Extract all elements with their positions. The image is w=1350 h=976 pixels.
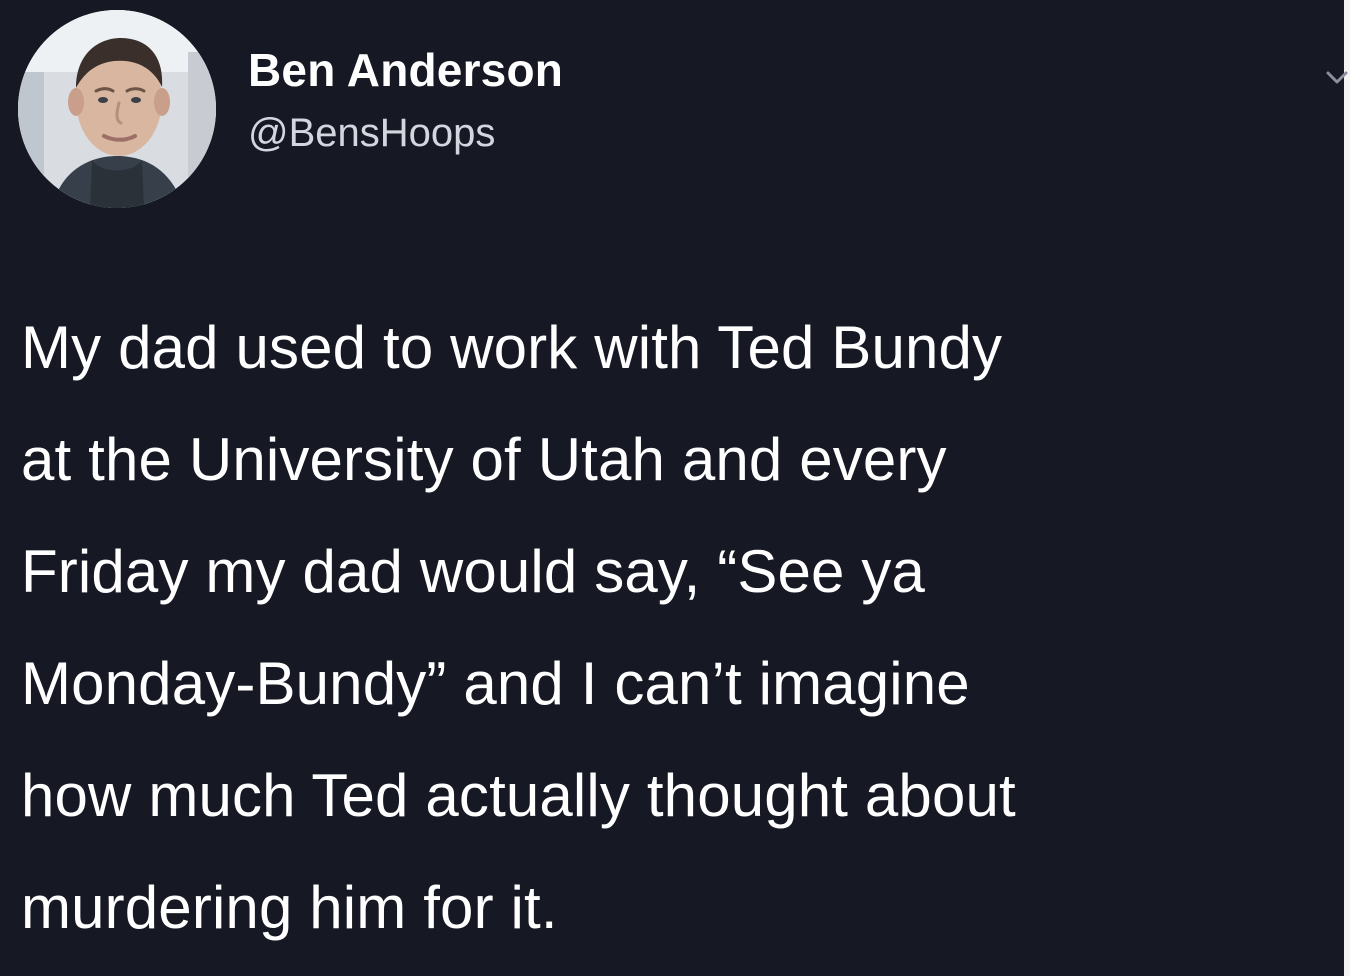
avatar[interactable] [18, 10, 216, 208]
author-block: Ben Anderson @BensHoops [248, 44, 563, 156]
profile-photo-icon [18, 10, 216, 208]
right-edge-strip [1344, 0, 1350, 976]
tweet-card: Ben Anderson @BensHoops My dad used to w… [0, 0, 1350, 976]
tweet-text: My dad used to work with Ted Bundy at th… [21, 292, 1333, 964]
chevron-down-icon[interactable] [1322, 62, 1350, 92]
tweet-text-line: My dad used to work with Ted Bundy [21, 314, 1003, 381]
tweet-text-line: how much Ted actually thought about [21, 762, 1016, 829]
tweet-text-line: at the University of Utah and every [21, 426, 947, 493]
tweet-text-line: Friday my dad would say, “See ya [21, 538, 926, 605]
author-display-name[interactable]: Ben Anderson [248, 44, 563, 96]
tweet-header: Ben Anderson @BensHoops [18, 10, 1348, 210]
author-handle[interactable]: @BensHoops [248, 110, 563, 156]
tweet-text-line: Monday-Bundy” and I can’t imagine [21, 650, 970, 717]
tweet-text-line: murdering him for it. [21, 874, 558, 941]
